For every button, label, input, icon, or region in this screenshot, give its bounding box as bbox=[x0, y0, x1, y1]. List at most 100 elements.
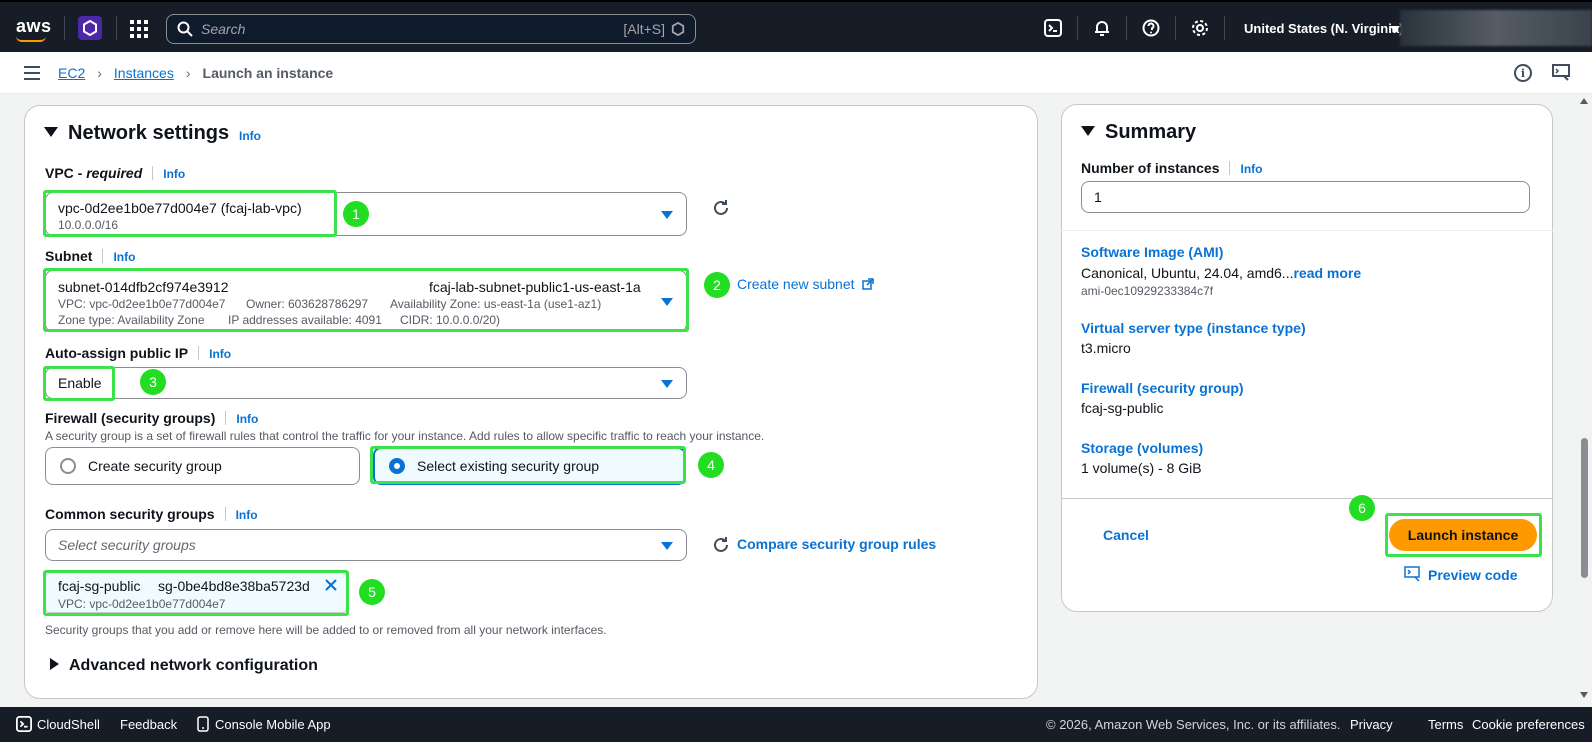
aws-logo[interactable]: aws bbox=[16, 16, 52, 37]
feedback-link[interactable]: Feedback bbox=[120, 717, 177, 732]
vpc-label: VPC - required Info bbox=[45, 165, 185, 181]
firewall-label: Firewall (security groups) Info bbox=[45, 410, 258, 426]
region-caret-icon[interactable] bbox=[1390, 26, 1400, 33]
divider bbox=[1224, 16, 1225, 40]
preview-code-link[interactable]: Preview code bbox=[1404, 566, 1518, 583]
scrollbar[interactable] bbox=[1576, 94, 1592, 698]
divider bbox=[1077, 16, 1078, 40]
cookie-preferences-link[interactable]: Cookie preferences bbox=[1472, 717, 1585, 732]
caret-down-icon bbox=[661, 542, 673, 550]
breadcrumb-current: Launch an instance bbox=[202, 65, 334, 81]
highlight-box bbox=[43, 570, 349, 616]
search-input[interactable]: Search [Alt+S] bbox=[166, 14, 696, 44]
info-panel-icon[interactable]: i bbox=[1514, 64, 1532, 82]
feedback-panel-icon[interactable] bbox=[1552, 64, 1572, 85]
advanced-label: Advanced network configuration bbox=[69, 657, 318, 674]
storage-heading[interactable]: Storage (volumes) bbox=[1081, 440, 1203, 456]
footer: CloudShell Feedback Console Mobile App ©… bbox=[0, 707, 1592, 742]
vpc-label-text: VPC - bbox=[45, 165, 87, 181]
privacy-link[interactable]: Privacy bbox=[1350, 717, 1393, 732]
summary-header[interactable]: Summary bbox=[1081, 121, 1196, 144]
subnet-label: Subnet Info bbox=[45, 248, 135, 264]
number-instances-input[interactable]: 1 bbox=[1081, 181, 1530, 213]
storage-value: 1 volume(s) - 8 GiB bbox=[1081, 460, 1202, 476]
cancel-button[interactable]: Cancel bbox=[1103, 527, 1149, 543]
cloudshell-footer-icon[interactable] bbox=[16, 716, 32, 735]
divider bbox=[116, 16, 117, 40]
section-title: Network settings bbox=[68, 122, 230, 144]
services-grid-icon[interactable] bbox=[130, 20, 148, 38]
search-shortcut: [Alt+S] bbox=[623, 21, 665, 37]
info-link[interactable]: Info bbox=[236, 508, 258, 522]
caret-right-icon bbox=[50, 658, 59, 670]
account-menu[interactable] bbox=[1400, 10, 1592, 46]
ami-text: Canonical, Ubuntu, 24.04, amd6... bbox=[1081, 265, 1294, 281]
caret-down-icon bbox=[661, 380, 673, 388]
cloudshell-icon[interactable] bbox=[1043, 18, 1063, 38]
create-security-group-option[interactable]: Create security group bbox=[45, 447, 360, 485]
instance-type-heading[interactable]: Virtual server type (instance type) bbox=[1081, 320, 1306, 336]
caret-down-icon bbox=[44, 127, 58, 137]
divider bbox=[1126, 16, 1127, 40]
divider bbox=[1175, 16, 1176, 40]
scrollbar-thumb[interactable] bbox=[1581, 438, 1588, 578]
top-navigation: aws Search [Alt+S] United States (N. Vir… bbox=[0, 0, 1592, 52]
breadcrumb-instances[interactable]: Instances bbox=[114, 65, 174, 81]
step-badge: 3 bbox=[140, 369, 166, 395]
highlight-box bbox=[370, 446, 686, 484]
divider bbox=[1061, 498, 1553, 499]
ami-heading[interactable]: Software Image (AMI) bbox=[1081, 244, 1223, 260]
info-link[interactable]: Info bbox=[209, 347, 231, 361]
create-subnet-link[interactable]: Create new subnet bbox=[737, 276, 875, 292]
refresh-icon[interactable] bbox=[711, 535, 731, 558]
mobile-app-icon bbox=[197, 716, 209, 735]
step-badge: 2 bbox=[704, 272, 730, 298]
external-link-icon bbox=[862, 278, 875, 290]
security-groups-placeholder: Select security groups bbox=[58, 537, 196, 553]
search-placeholder: Search bbox=[201, 21, 246, 37]
bell-icon[interactable] bbox=[1092, 18, 1112, 38]
code-preview-icon bbox=[1404, 566, 1420, 582]
breadcrumb: EC2 › Instances › Launch an instance bbox=[58, 65, 333, 81]
info-link[interactable]: Info bbox=[1240, 162, 1262, 176]
cloudshell-link[interactable]: CloudShell bbox=[37, 717, 100, 732]
security-groups-note: Security groups that you add or remove h… bbox=[45, 623, 607, 637]
mobile-app-link[interactable]: Console Mobile App bbox=[215, 717, 331, 732]
network-settings-header[interactable]: Network settings bbox=[44, 122, 229, 145]
step-badge: 5 bbox=[359, 579, 385, 605]
refresh-icon[interactable] bbox=[711, 198, 731, 221]
terms-link[interactable]: Terms bbox=[1428, 717, 1463, 732]
common-sg-label-text: Common security groups bbox=[45, 506, 215, 522]
menu-icon[interactable] bbox=[24, 66, 40, 80]
scroll-down-icon[interactable] bbox=[1580, 692, 1588, 698]
info-link[interactable]: Info bbox=[236, 412, 258, 426]
read-more-link[interactable]: read more bbox=[1293, 265, 1361, 281]
summary-title: Summary bbox=[1105, 121, 1197, 143]
copyright-text: © 2026, Amazon Web Services, Inc. or its… bbox=[1046, 717, 1341, 732]
chevron-right-icon: › bbox=[97, 65, 102, 81]
advanced-network-toggle[interactable]: Advanced network configuration bbox=[50, 657, 318, 675]
info-link[interactable]: Info bbox=[163, 167, 185, 181]
service-hexagon-icon[interactable] bbox=[78, 16, 102, 40]
region-selector[interactable]: United States (N. Virginia) bbox=[1244, 21, 1403, 36]
info-link[interactable]: Info bbox=[113, 250, 135, 264]
ami-id: ami-0ec10929233384c7f bbox=[1081, 284, 1214, 298]
breadcrumb-ec2[interactable]: EC2 bbox=[58, 65, 85, 81]
security-groups-select[interactable]: Select security groups bbox=[45, 529, 687, 561]
step-badge: 1 bbox=[343, 201, 369, 227]
highlight-box bbox=[1385, 513, 1542, 557]
radio-button[interactable] bbox=[60, 458, 76, 474]
help-icon[interactable] bbox=[1141, 18, 1161, 38]
firewall-heading[interactable]: Firewall (security group) bbox=[1081, 380, 1244, 396]
gear-icon[interactable] bbox=[1190, 18, 1210, 38]
compare-rules-link[interactable]: Compare security group rules bbox=[737, 536, 936, 552]
firewall-label-text: Firewall (security groups) bbox=[45, 410, 216, 426]
highlight-box bbox=[43, 268, 689, 332]
required-text: required bbox=[86, 165, 143, 181]
info-link[interactable]: Info bbox=[239, 129, 261, 143]
option-label: Create security group bbox=[88, 458, 222, 474]
chevron-right-icon: › bbox=[185, 65, 191, 81]
search-icon bbox=[177, 21, 193, 37]
ami-value: Canonical, Ubuntu, 24.04, amd6...read mo… bbox=[1081, 265, 1361, 281]
scroll-up-icon[interactable] bbox=[1580, 98, 1588, 104]
